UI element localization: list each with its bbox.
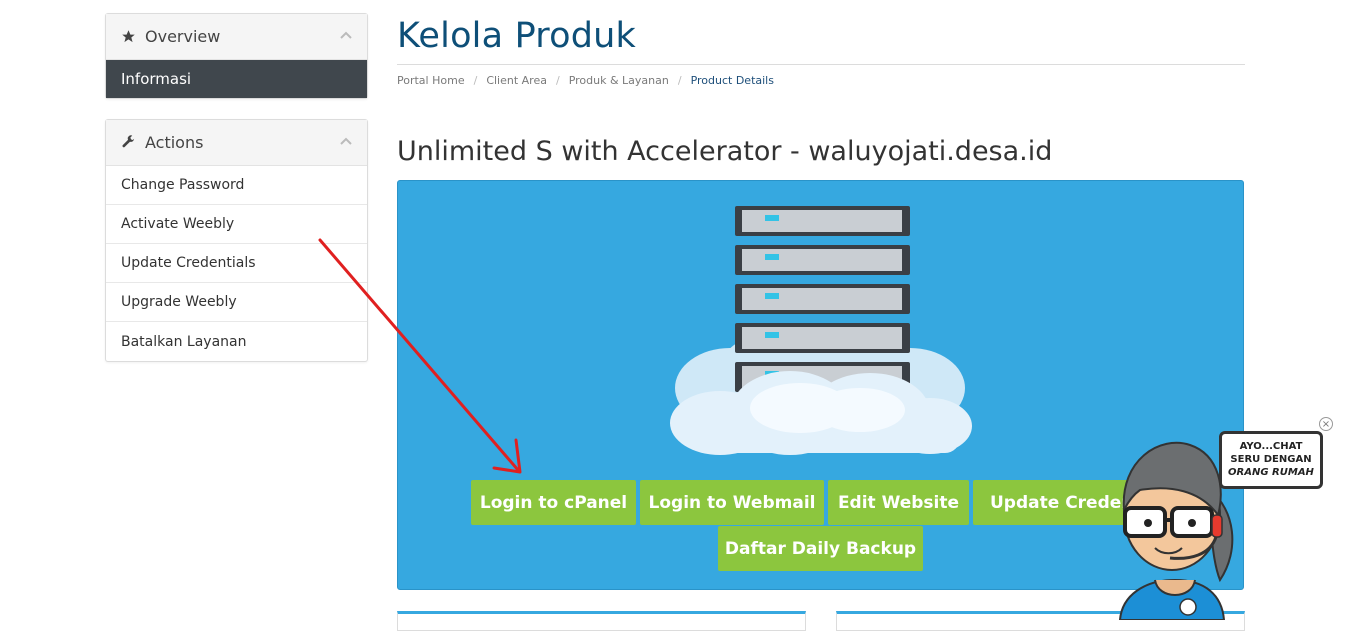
edit-website-button[interactable]: Edit Website [828,480,969,525]
daftar-daily-backup-button[interactable]: Daftar Daily Backup [718,526,923,571]
breadcrumb-produk-layanan[interactable]: Produk & Layanan [569,74,669,87]
chat-bubble-line: AYO...CHAT [1239,441,1303,452]
sidebar-item-upgrade-weebly[interactable]: Upgrade Weebly [106,283,367,322]
server-cloud-illustration [670,206,972,455]
sidebar-item-informasi[interactable]: Informasi [106,60,367,98]
sidebar-item-batalkan-layanan[interactable]: Batalkan Layanan [106,322,367,361]
actions-panel-title: Actions [145,133,204,152]
chat-speech-bubble[interactable]: AYO...CHAT SERU DENGAN ORANG RUMAH [1219,431,1323,489]
page-title: Kelola Produk [397,16,636,56]
actions-panel: Actions Change Password Activate Weebly … [105,119,368,362]
breadcrumb-separator: / [677,74,682,87]
star-icon [121,29,137,45]
breadcrumb-separator: / [473,74,478,87]
breadcrumb-portal-home[interactable]: Portal Home [397,74,465,87]
breadcrumb: Portal Home / Client Area / Produk & Lay… [397,74,774,87]
sidebar-item-activate-weebly[interactable]: Activate Weebly [106,205,367,244]
info-card-left [397,611,806,631]
title-divider [397,64,1245,65]
product-title: Unlimited S with Accelerator - waluyojat… [397,136,1053,167]
close-icon[interactable]: × [1319,417,1333,431]
actions-panel-header[interactable]: Actions [106,120,367,166]
login-webmail-button[interactable]: Login to Webmail [640,480,824,525]
breadcrumb-product-details: Product Details [690,74,774,87]
login-cpanel-button[interactable]: Login to cPanel [471,480,636,525]
breadcrumb-separator: / [555,74,560,87]
chevron-up-icon[interactable] [339,28,353,42]
chat-bubble-line: SERU DENGAN [1230,454,1312,465]
overview-panel: Overview Informasi [105,13,368,99]
breadcrumb-client-area[interactable]: Client Area [486,74,547,87]
overview-panel-header[interactable]: Overview [106,14,367,60]
chevron-up-icon[interactable] [339,134,353,148]
chat-bubble-line: ORANG RUMAH [1228,467,1314,478]
overview-panel-title: Overview [145,27,221,46]
sidebar-item-update-credentials[interactable]: Update Credentials [106,244,367,283]
wrench-icon [121,134,137,151]
sidebar-item-change-password[interactable]: Change Password [106,166,367,205]
